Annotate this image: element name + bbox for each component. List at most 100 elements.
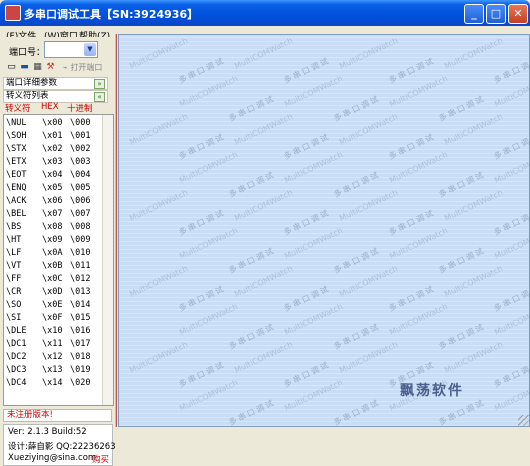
table-row: \SOH \x01 \001 — [4, 131, 113, 143]
author-text: 设计:薛自影 QQ:22236263 — [8, 442, 116, 452]
resize-grip[interactable] — [518, 415, 530, 427]
escape-cell: \DC3 — [6, 365, 27, 375]
monitor-icon[interactable]: ▬ — [19, 62, 30, 72]
escape-cell: \ETX — [6, 157, 27, 167]
watermark-chinese: 多串口调试 — [437, 321, 487, 352]
escape-table[interactable]: \NUL \x00 \000 \SOH \x01 \001 \STX \x02 \002 \ETX… — [3, 114, 114, 406]
splitter[interactable] — [115, 34, 117, 427]
col-header-escape: 转义符 — [5, 104, 31, 114]
watermark-english: MultiCOMWatch — [443, 36, 505, 71]
watermark-english: MultiCOMWatch — [128, 112, 190, 147]
table-row: \FF \x0C \012 — [4, 274, 113, 286]
hex-cell: \x0A — [42, 248, 63, 258]
watermark-chinese: 多串口调试 — [492, 359, 530, 390]
escape-cell: \DLE — [6, 326, 27, 336]
window-title: 多串口调试工具【SN:3924936】 — [24, 8, 199, 21]
decimal-cell: \000 — [70, 118, 91, 128]
watermark-english: MultiCOMWatch — [128, 188, 190, 223]
watermark-chinese: 多串口调试 — [227, 93, 277, 124]
escape-cell: \LF — [6, 248, 22, 258]
title-bar[interactable]: 多串口调试工具【SN:3924936】 _ □ ✕ — [0, 0, 530, 26]
port-select[interactable]: ▼ — [44, 41, 98, 58]
escape-cell: \DC1 — [6, 339, 27, 349]
escape-cell: \DC4 — [6, 378, 27, 388]
watermark-english: MultiCOMWatch — [128, 340, 190, 375]
tools-icon[interactable]: ⚒ — [45, 62, 56, 72]
port-label: 端口号： — [9, 48, 46, 58]
chevron-down-icon[interactable]: ▼ — [84, 43, 96, 56]
open-port-button[interactable]: ⌁ 打开端口 — [63, 62, 102, 73]
table-row: \ETX \x03 \003 — [4, 157, 113, 169]
maximize-button[interactable]: □ — [486, 4, 506, 24]
escape-cell: \BEL — [6, 209, 27, 219]
escape-cell: \NUL — [6, 118, 27, 128]
escape-cell: \ACK — [6, 196, 27, 206]
decimal-cell: \013 — [70, 287, 91, 297]
expand-icon[interactable]: » — [94, 79, 105, 89]
main-workspace[interactable]: MultiCOMWatch 多串口调试 MultiCOMWatch 多串口调试 Mult… — [118, 34, 530, 427]
decimal-cell: \018 — [70, 352, 91, 362]
decimal-cell: \010 — [70, 248, 91, 258]
escape-cell: \HT — [6, 235, 22, 245]
watermark-chinese: 多串口调试 — [492, 55, 530, 86]
decimal-cell: \008 — [70, 222, 91, 232]
table-row: \ENQ \x05 \005 — [4, 183, 113, 195]
hex-cell: \x03 — [42, 157, 63, 167]
col-header-decimal: 十进制 — [67, 104, 93, 114]
app-icon — [5, 5, 21, 21]
table-row: \ACK \x06 \006 — [4, 196, 113, 208]
watermark-english: MultiCOMWatch — [338, 36, 400, 71]
escape-cell: \BS — [6, 222, 22, 232]
table-row: \SI \x0F \015 — [4, 313, 113, 325]
hex-cell: \x01 — [42, 131, 63, 141]
chip-icon[interactable]: ▦ — [32, 62, 43, 72]
new-window-icon[interactable]: ▭ — [6, 62, 17, 72]
toolbar: ▭ ▬ ▦ ⚒ ⌁ 打开端口 — [3, 61, 114, 75]
watermark-chinese: 多串口调试 — [437, 245, 487, 276]
section-port-params[interactable]: 端口详细参数 » — [3, 77, 108, 90]
watermark-chinese: 多串口调试 — [437, 169, 487, 200]
hex-cell: \x08 — [42, 222, 63, 232]
decimal-cell: \006 — [70, 196, 91, 206]
decimal-cell: \020 — [70, 378, 91, 388]
hex-cell: \x0E — [42, 300, 63, 310]
table-row: \DC4 \x14 \020 — [4, 378, 113, 390]
hex-cell: \x0F — [42, 313, 63, 323]
table-row: \BS \x08 \008 — [4, 222, 113, 234]
decimal-cell: \009 — [70, 235, 91, 245]
collapse-icon[interactable]: « — [94, 92, 105, 102]
watermark-chinese: 多串口调试 — [227, 321, 277, 352]
hex-cell: \x0B — [42, 261, 63, 271]
watermark-chinese: 多串口调试 — [332, 169, 382, 200]
plug-icon: ⌁ — [63, 63, 68, 72]
buy-link[interactable]: 购买 — [92, 453, 109, 465]
watermark-english: MultiCOMWatch — [233, 36, 295, 71]
watermark-chinese: 多串口调试 — [332, 245, 382, 276]
decimal-cell: \017 — [70, 339, 91, 349]
version-text: Ver: 2.1.3 Build:52 — [8, 427, 87, 437]
hex-cell: \x07 — [42, 209, 63, 219]
escape-cell: \VT — [6, 261, 22, 271]
open-port-label: 打开端口 — [70, 63, 103, 72]
minimize-button[interactable]: _ — [464, 4, 484, 24]
registration-warning: 未注册版本! — [3, 409, 112, 422]
escape-cell: \FF — [6, 274, 22, 284]
decimal-cell: \012 — [70, 274, 91, 284]
hex-cell: \x11 — [42, 339, 63, 349]
hex-cell: \x0D — [42, 287, 63, 297]
hex-cell: \x04 — [42, 170, 63, 180]
escape-cell: \SI — [6, 313, 22, 323]
table-row: \DC1 \x11 \017 — [4, 339, 113, 351]
close-button[interactable]: ✕ — [508, 4, 528, 24]
hex-cell: \x02 — [42, 144, 63, 154]
watermark-chinese: 多串口调试 — [227, 245, 277, 276]
watermark-english: MultiCOMWatch — [128, 264, 190, 299]
watermark-chinese: 多串口调试 — [227, 169, 277, 200]
table-row: \DC2 \x12 \018 — [4, 352, 113, 364]
decimal-cell: \007 — [70, 209, 91, 219]
hex-cell: \x12 — [42, 352, 63, 362]
hex-cell: \x13 — [42, 365, 63, 375]
decimal-cell: \016 — [70, 326, 91, 336]
watermark-chinese: 多串口调试 — [437, 397, 487, 427]
table-row: \BEL \x07 \007 — [4, 209, 113, 221]
